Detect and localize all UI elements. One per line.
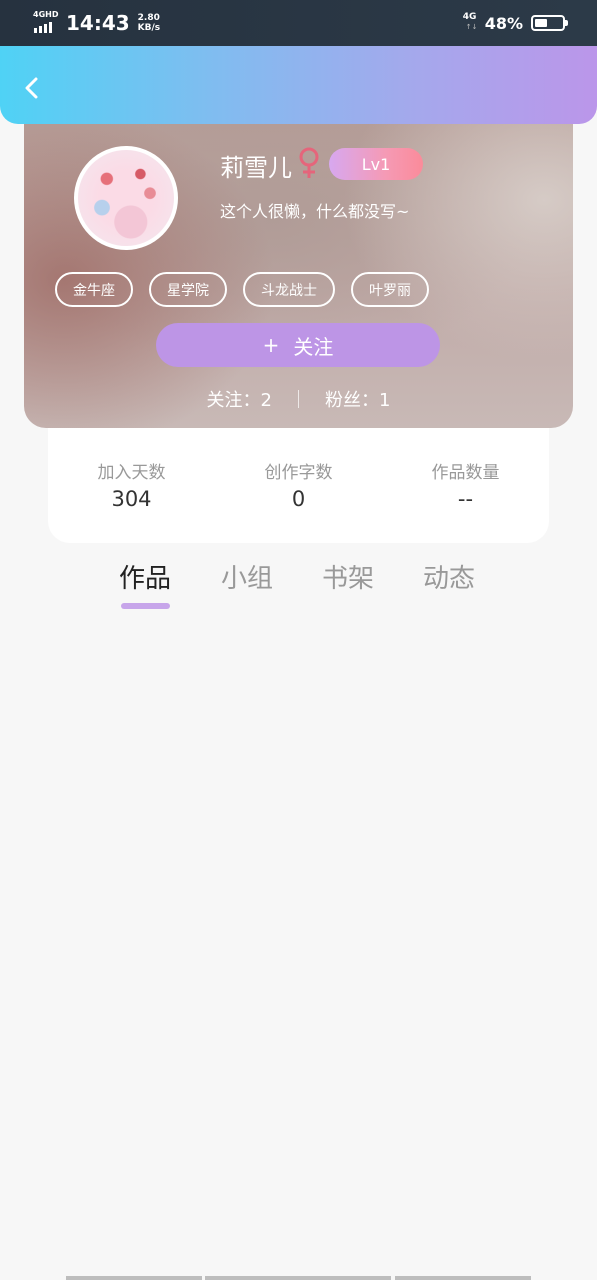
bottom-edge-bar: [205, 1276, 391, 1280]
network-speed: 2.80 KB/s: [138, 13, 160, 33]
tag-list: 金牛座 星学院 斗龙战士 叶罗丽: [55, 272, 429, 307]
tag-item[interactable]: 叶罗丽: [351, 272, 429, 307]
following-count[interactable]: 关注：2: [207, 386, 272, 412]
battery-fill: [535, 19, 548, 27]
stat-word-count: 创作字数 0: [215, 428, 382, 543]
chevron-left-icon: [25, 77, 38, 99]
stat-label: 创作字数: [264, 463, 333, 483]
tag-item[interactable]: 星学院: [149, 272, 227, 307]
plus-icon: +: [262, 333, 280, 357]
mobile-data-icon: 4G ↑↓: [463, 12, 481, 34]
user-profile-page: 4GHD 14:43 2.80 KB/s 4G ↑↓ 48% 莉雪儿 Lv1 这…: [0, 0, 597, 1280]
status-left: 4GHD 14:43 2.80 KB/s: [32, 10, 160, 36]
tag-item[interactable]: 金牛座: [55, 272, 133, 307]
follow-button[interactable]: + 关注: [156, 323, 440, 367]
bottom-edge-bar: [66, 1276, 202, 1280]
level-badge: Lv1: [329, 148, 423, 180]
clock: 14:43: [66, 11, 130, 35]
battery-percent: 48%: [484, 13, 523, 33]
stat-label: 加入天数: [97, 463, 166, 483]
back-button[interactable]: [18, 74, 46, 102]
battery-icon: [531, 15, 568, 31]
signal-icon: 4GHD: [32, 10, 59, 35]
bottom-edge-bar: [395, 1276, 531, 1280]
status-right: 4G ↑↓ 48%: [463, 12, 568, 34]
tab-works[interactable]: 作品: [119, 558, 171, 595]
profile-card: 莉雪儿 Lv1 这个人很懒，什么都没写~ 金牛座 星学院 斗龙战士 叶罗丽 + …: [24, 110, 573, 428]
avatar[interactable]: [74, 146, 178, 250]
tab-groups[interactable]: 小组: [221, 558, 273, 595]
tab-active-indicator: [121, 603, 170, 609]
fans-count[interactable]: 粉丝：1: [325, 386, 390, 412]
data-arrows-icon: ↑↓: [465, 23, 478, 31]
network-type-label: 4G: [462, 12, 477, 22]
tab-bookshelf[interactable]: 书架: [322, 558, 374, 595]
female-icon: [299, 147, 319, 178]
tab-activity[interactable]: 动态: [423, 558, 475, 595]
bio-text: 这个人很懒，什么都没写~: [220, 202, 410, 221]
network-speed-value: 2.80: [137, 13, 160, 23]
stats-card: 加入天数 304 创作字数 0 作品数量 --: [48, 428, 549, 543]
stat-label: 作品数量: [431, 463, 500, 483]
follow-button-label: 关注: [293, 334, 334, 359]
status-bar: 4GHD 14:43 2.80 KB/s 4G ↑↓ 48%: [0, 0, 597, 46]
stat-value: 0: [291, 487, 306, 511]
network-speed-unit: KB/s: [137, 23, 161, 33]
stat-join-days: 加入天数 304: [48, 428, 215, 543]
tab-bar: 作品 小组 书架 动态: [0, 558, 597, 614]
signal-label: 4GHD: [33, 10, 59, 19]
nickname: 莉雪儿: [220, 154, 292, 182]
stat-value: --: [457, 487, 474, 511]
divider: [298, 390, 299, 408]
header-bar: [0, 46, 597, 124]
follow-stats: 关注：2 粉丝：1: [24, 386, 573, 412]
tag-item[interactable]: 斗龙战士: [243, 272, 335, 307]
avatar-image: [78, 150, 174, 246]
stat-works-count: 作品数量 --: [382, 428, 549, 543]
stat-value: 304: [111, 487, 152, 511]
